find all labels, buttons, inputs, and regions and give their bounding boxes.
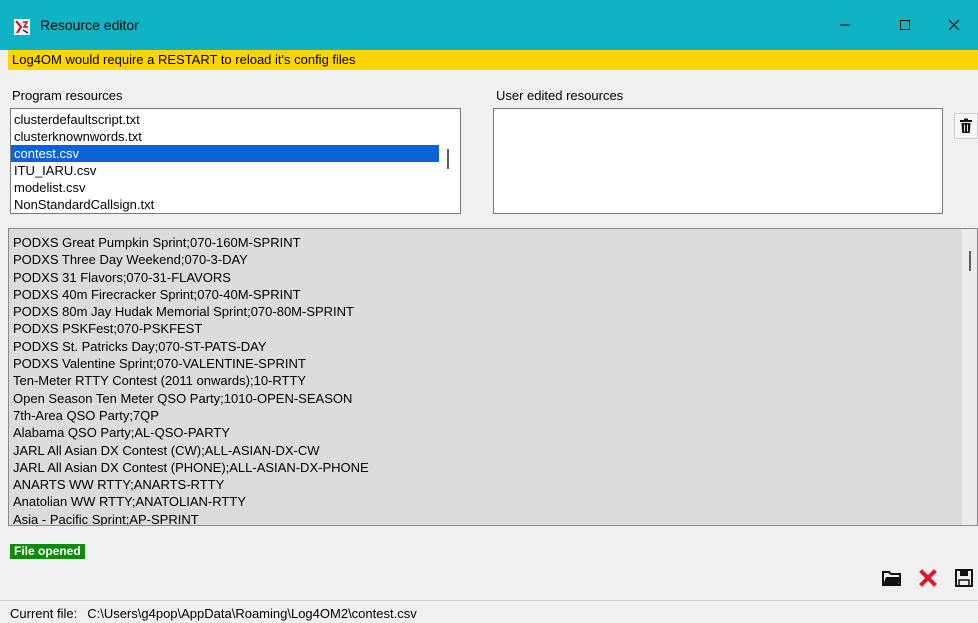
- list-item[interactable]: modelist.csv: [11, 179, 439, 196]
- editor-line: 7th-Area QSO Party;7QP: [13, 407, 159, 423]
- list-scrollbar[interactable]: [447, 149, 449, 169]
- user-resources-list[interactable]: [493, 108, 943, 214]
- list-item[interactable]: NonStandardCallsign.txt: [11, 196, 439, 213]
- editor-line: Ten-Meter RTTY Contest (2011 onwards);10…: [13, 373, 307, 389]
- resource-text-editor[interactable]: PODXS Great Pumpkin Sprint;070-160M-SPRI…: [8, 228, 978, 526]
- list-item[interactable]: clusterknownwords.txt: [11, 128, 439, 145]
- current-file-path: C:\Users\g4pop\AppData\Roaming\Log4OM2\c…: [87, 606, 417, 621]
- open-file-button[interactable]: [880, 566, 904, 590]
- minimize-button[interactable]: [822, 0, 868, 50]
- editor-line: PODXS Three Day Weekend;070-3-DAY: [13, 252, 248, 268]
- close-icon: [948, 19, 960, 31]
- editor-line: Open Season Ten Meter QSO Party;1010-OPE…: [13, 390, 353, 406]
- current-file-label: Current file:: [10, 606, 78, 621]
- close-button[interactable]: [931, 0, 977, 50]
- program-resources-list[interactable]: clusterdefaultscript.txt clusterknownwor…: [10, 108, 461, 214]
- list-item[interactable]: ITU_IARU.csv: [11, 162, 439, 179]
- maximize-button[interactable]: [882, 0, 928, 50]
- editor-line: PODXS 31 Flavors;070-31-FLAVORS: [13, 269, 231, 285]
- editor-line: JARL All Asian DX Contest (CW);ALL-ASIAN…: [13, 442, 320, 458]
- current-file: Current file: C:\Users\g4pop\AppData\Roam…: [10, 606, 417, 621]
- discard-button[interactable]: [916, 566, 940, 590]
- minimize-icon: [840, 24, 850, 26]
- delete-resource-button[interactable]: [954, 113, 978, 139]
- program-resources-label: Program resources: [12, 88, 123, 103]
- editor-line: PODXS Great Pumpkin Sprint;070-160M-SPRI…: [13, 235, 301, 250]
- editor-line: Anatolian WW RTTY;ANATOLIAN-RTTY: [13, 494, 246, 510]
- editor-line: Asia - Pacific Sprint;AP-SPRINT: [13, 511, 199, 526]
- save-button[interactable]: [952, 566, 976, 590]
- floppy-save-icon: [955, 569, 973, 587]
- user-resources-label: User edited resources: [496, 88, 624, 103]
- trash-icon: [960, 118, 972, 133]
- title-bar: Resource editor: [0, 0, 978, 50]
- editor-line: PODXS Valentine Sprint;070-VALENTINE-SPR…: [13, 356, 306, 372]
- list-item[interactable]: clusterdefaultscript.txt: [11, 111, 439, 128]
- restart-warning: Log4OM would require a RESTART to reload…: [8, 50, 978, 70]
- editor-line: PODXS 80m Jay Hudak Memorial Sprint;070-…: [13, 304, 355, 320]
- list-item-selected[interactable]: contest.csv: [11, 145, 439, 162]
- editor-line: JARL All Asian DX Contest (PHONE);ALL-AS…: [13, 459, 369, 475]
- editor-line: PODXS PSKFest;070-PSKFEST: [13, 321, 203, 337]
- folder-open-icon: [882, 571, 901, 586]
- editor-line: PODXS 40m Firecracker Sprint;070-40M-SPR…: [13, 286, 301, 302]
- maximize-icon: [900, 20, 910, 30]
- editor-scroll-thumb[interactable]: [969, 251, 971, 271]
- log4om-icon: [14, 19, 30, 35]
- window-title: Resource editor: [40, 17, 139, 33]
- editor-scrollbar[interactable]: [962, 229, 977, 525]
- editor-line: Alabama QSO Party;AL-QSO-PARTY: [13, 425, 230, 441]
- status-badge: File opened: [10, 544, 85, 559]
- editor-line: ANARTS WW RTTY;ANARTS-RTTY: [13, 477, 225, 493]
- red-x-icon: [919, 569, 937, 587]
- editor-line: PODXS St. Patricks Day;070-ST-PATS-DAY: [13, 338, 267, 354]
